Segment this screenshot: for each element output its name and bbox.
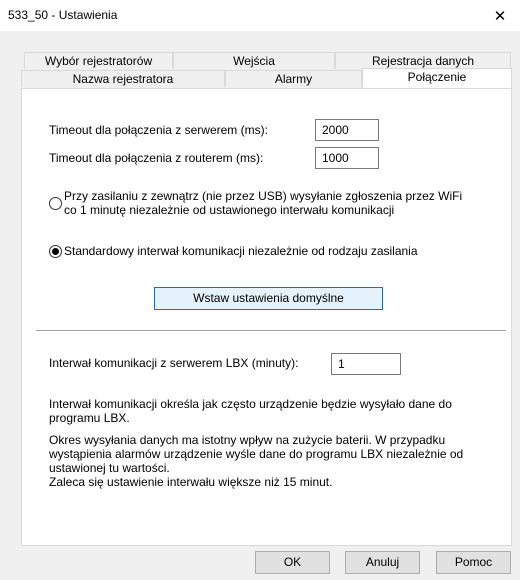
insert-defaults-button[interactable]: Wstaw ustawienia domyślne [154, 287, 383, 310]
tab-rejestracja-danych[interactable]: Rejestracja danych [335, 52, 511, 69]
radio-external-power-label-line1: Przy zasilaniu z zewnątrz (nie przez USB… [64, 189, 463, 203]
title-bar: 533_50 - Ustawienia ✕ [0, 0, 520, 31]
info-paragraph-2: Okres wysyłania danych ma istotny wpływ … [49, 433, 464, 489]
interval-input[interactable]: 1 [331, 353, 401, 375]
ok-button[interactable]: OK [255, 551, 330, 574]
window-title: 533_50 - Ustawienia [8, 8, 118, 22]
cancel-button[interactable]: Anuluj [345, 551, 420, 574]
info-paragraph-1: Interwał komunikacji określa jak często … [49, 397, 452, 425]
help-button[interactable]: Pomoc [436, 551, 511, 574]
radio-standard-interval[interactable] [49, 245, 62, 258]
tab-wejscia[interactable]: Wejścia [173, 52, 335, 69]
tab-wybor-rejestratorow[interactable]: Wybór rejestratorów [24, 52, 173, 69]
router-timeout-label: Timeout dla połączenia z routerem (ms): [49, 151, 264, 165]
tab-nazwa-rejestratora[interactable]: Nazwa rejestratora [21, 70, 225, 87]
interval-label: Interwał komunikacji z serwerem LBX (min… [49, 356, 299, 370]
radio-external-power-label-line2: co 1 minutę niezależnie od ustawionego i… [64, 203, 395, 217]
radio-standard-interval-label: Standardowy interwał komunikacji niezale… [64, 244, 418, 258]
tab-polaczenie[interactable]: Połączenie [362, 68, 512, 88]
close-icon: ✕ [493, 7, 507, 25]
tab-alarmy[interactable]: Alarmy [225, 70, 362, 87]
close-button[interactable]: ✕ [480, 0, 520, 31]
divider [36, 330, 506, 331]
radio-external-power[interactable] [49, 197, 62, 210]
router-timeout-input[interactable]: 1000 [315, 147, 379, 169]
server-timeout-input[interactable]: 2000 [315, 119, 379, 141]
server-timeout-label: Timeout dla połączenia z serwerem (ms): [49, 123, 268, 137]
